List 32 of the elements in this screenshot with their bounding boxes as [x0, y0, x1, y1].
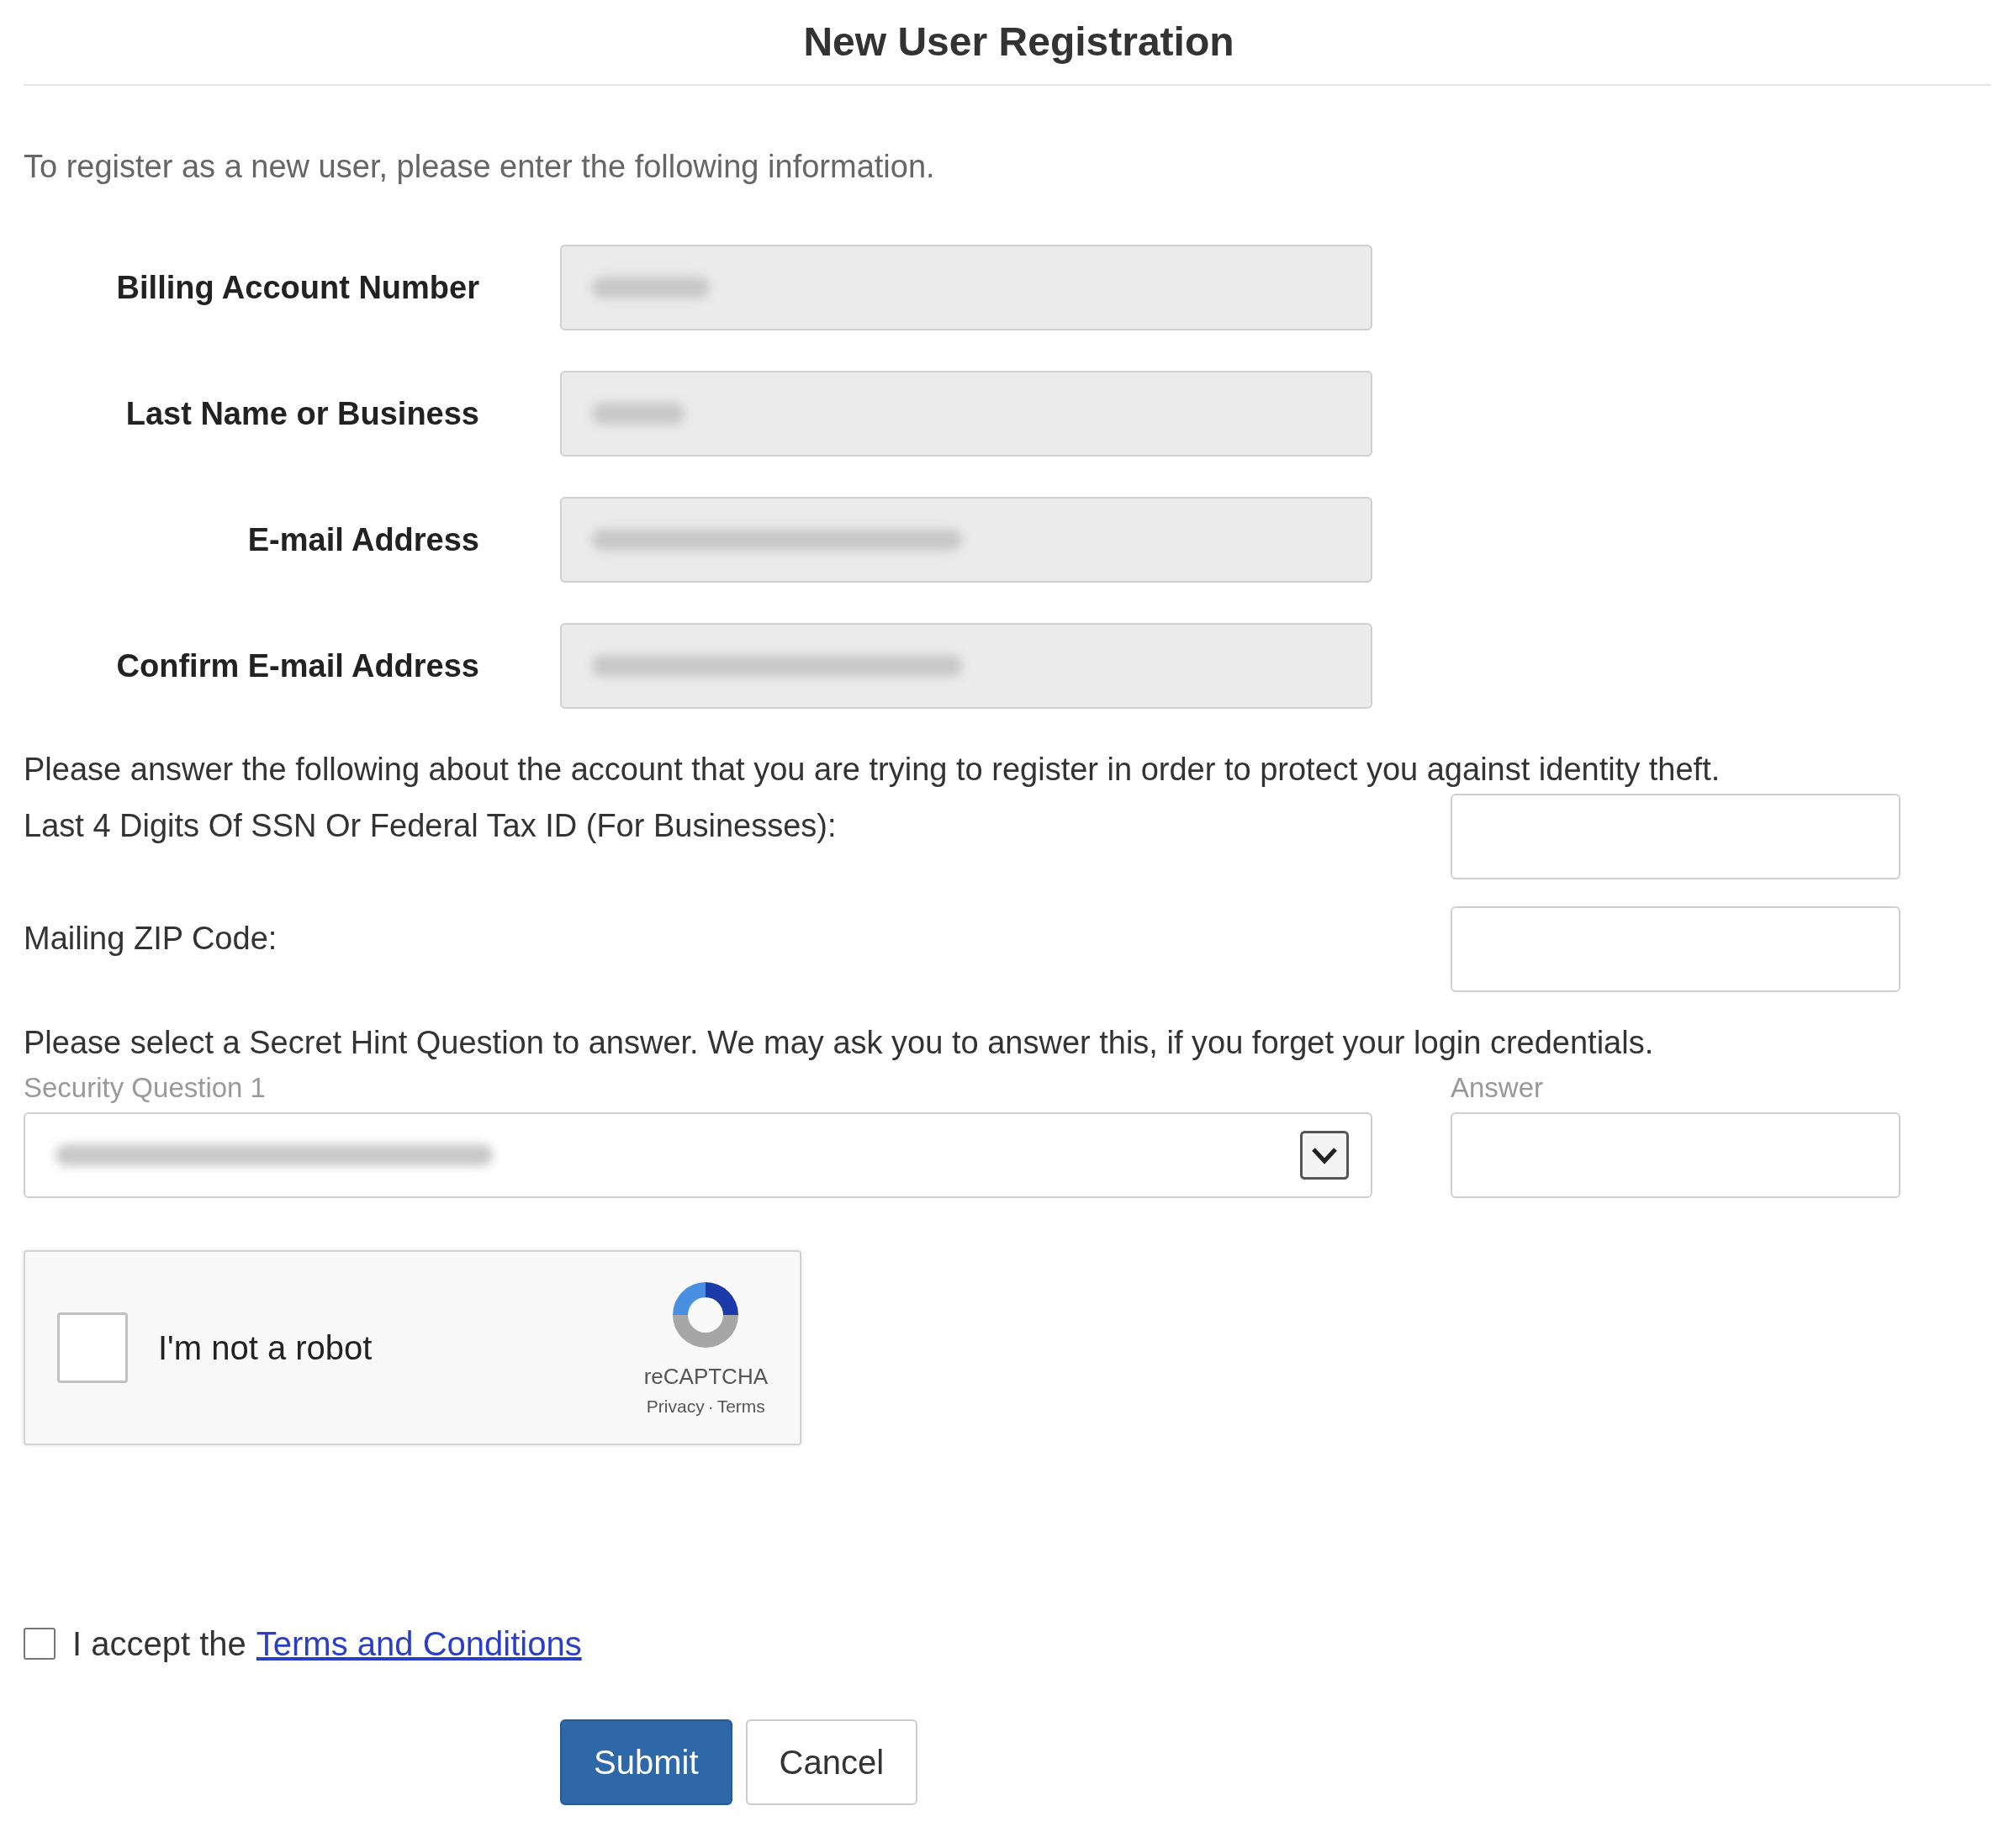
field-label: Confirm E-mail Address [116, 647, 479, 685]
input-field[interactable] [1451, 906, 1900, 992]
submit-button[interactable]: Submit [560, 1719, 732, 1805]
intro-text: To register as a new user, please enter the following information. [24, 148, 936, 186]
instruction-text: Please answer the following about the account that you are trying to register in order to protect you against identity theft. [24, 751, 1721, 789]
privacy-link[interactable]: Privacy [646, 1393, 705, 1420]
input-field[interactable] [1451, 1111, 1900, 1198]
input-field[interactable] [560, 371, 1372, 457]
field-label: Billing Account Number [116, 268, 479, 307]
captcha-brand: reCAPTCHA [643, 1363, 768, 1391]
page-title: New User Registration [803, 18, 1234, 66]
captcha-label: I'm not a robot [158, 1328, 373, 1368]
captcha-checkbox[interactable] [57, 1312, 128, 1383]
input-field[interactable] [560, 245, 1372, 330]
chevron-down-icon [1300, 1130, 1349, 1180]
terms-checkbox[interactable] [24, 1627, 56, 1660]
input-field[interactable] [1451, 794, 1900, 879]
separator-dot: · [707, 1396, 714, 1418]
terms-link[interactable]: Terms and Conditions [256, 1618, 582, 1669]
select-field[interactable] [24, 1111, 1372, 1198]
field-label: Mailing ZIP Code: [24, 920, 278, 958]
cancel-button[interactable]: Cancel [745, 1719, 917, 1805]
terms-link[interactable]: Terms [716, 1393, 765, 1420]
terms-text: I accept the [72, 1624, 246, 1664]
field-label: E-mail Address [247, 520, 479, 559]
field-label: Answer [1451, 1071, 1545, 1105]
field-label: Security Question 1 [24, 1071, 267, 1105]
input-field[interactable] [560, 497, 1372, 583]
input-field[interactable] [560, 623, 1372, 709]
instruction-text: Please select a Secret Hint Question to answer. We may ask you to answer this, if you forget your login credentials. [24, 1024, 1655, 1062]
field-label: Last 4 Digits Of SSN Or Federal Tax ID (For Businesses): [24, 807, 838, 845]
field-label: Last Name or Business [125, 394, 479, 433]
